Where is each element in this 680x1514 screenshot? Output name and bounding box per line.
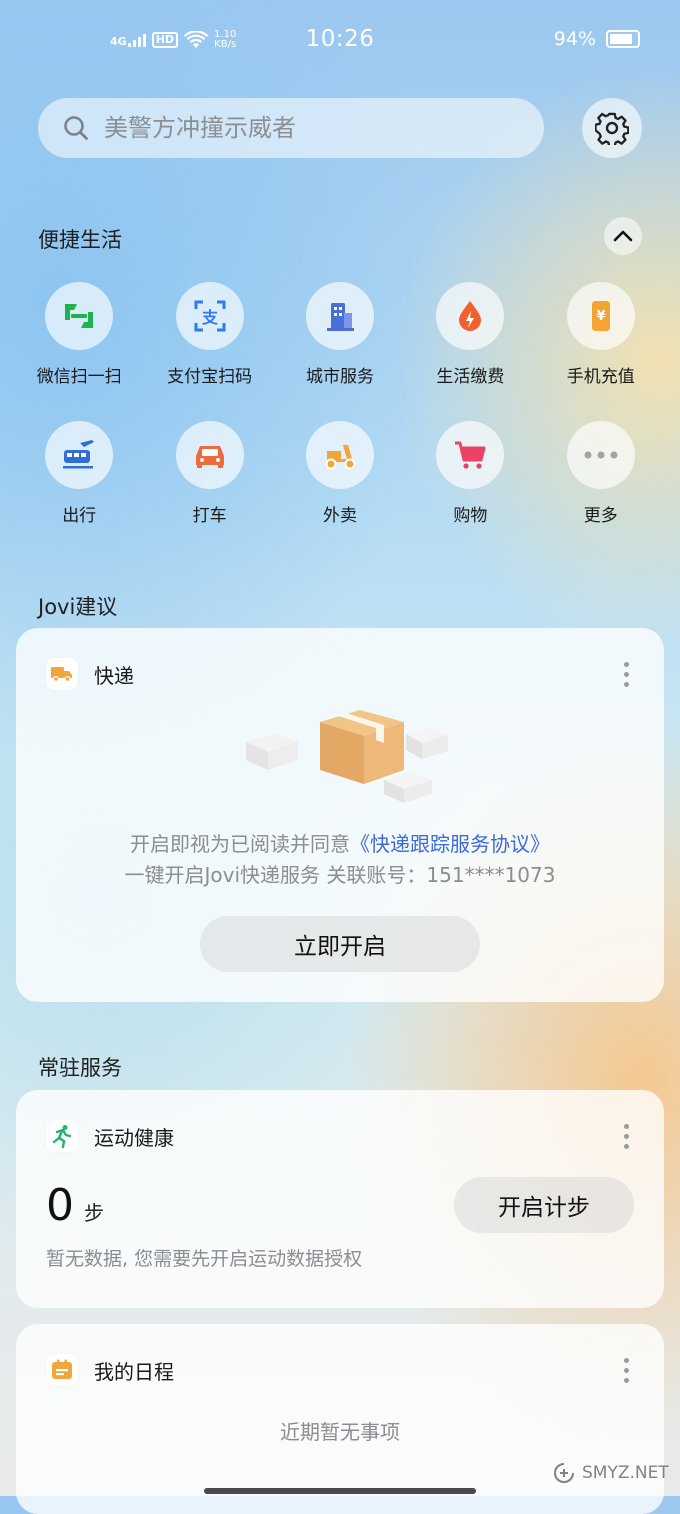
settings-button[interactable] (582, 98, 642, 158)
home-indicator[interactable] (204, 1488, 476, 1494)
enable-step-counter-button[interactable]: 开启计步 (454, 1177, 634, 1233)
step-count: 0 步 (46, 1180, 104, 1231)
health-card: 运动健康 0 步 开启计步 暂无数据, 您需要先开启运动数据授权 (16, 1090, 664, 1308)
running-person-icon (46, 1120, 78, 1152)
search-icon (64, 116, 88, 140)
status-bar: 4G HD 1.10 KB/s 10:26 94% (0, 26, 680, 58)
collapse-button[interactable] (604, 217, 642, 255)
schedule-card: 我的日程 近期暂无事项 (16, 1324, 664, 1514)
scooter-icon (325, 445, 356, 470)
quick-life-grid: 微信扫一扫 支 支付宝扫码 城市服务 生活缴费 ¥ 手机充值 出行 打车 外卖 … (14, 282, 666, 526)
svg-text:¥: ¥ (596, 309, 605, 324)
shortcut-alipay-scan[interactable]: 支 支付宝扫码 (144, 282, 274, 387)
health-more-button[interactable] (624, 1124, 630, 1149)
health-note: 暂无数据, 您需要先开启运动数据授权 (46, 1248, 363, 1270)
express-card: 快递 开启即视为已阅读并同意《快递跟踪服务协议》 一键开启Jovi快递服务 关联… (16, 628, 664, 1002)
gear-icon (595, 112, 629, 145)
express-truck-icon (46, 658, 78, 690)
svg-text:支: 支 (201, 308, 219, 327)
chevron-up-icon (613, 230, 633, 242)
shortcut-takeout[interactable]: 外卖 (275, 421, 405, 526)
shortcut-shopping[interactable]: 购物 (405, 421, 535, 526)
shortcut-phone-recharge[interactable]: ¥ 手机充值 (536, 282, 666, 387)
battery-percent: 94% (553, 28, 596, 50)
search-bar[interactable] (38, 98, 544, 158)
phone-recharge-icon: ¥ (591, 301, 610, 331)
calendar-icon (46, 1354, 78, 1386)
battery-icon (606, 30, 640, 48)
step-value: 0 (46, 1180, 74, 1231)
service-agreement-link[interactable]: 《快递跟踪服务协议》 (350, 832, 550, 856)
schedule-empty-text: 近期暂无事项 (280, 1420, 400, 1444)
shortcut-more[interactable]: 更多 (536, 421, 666, 526)
quick-life-title: 便捷生活 (38, 228, 122, 252)
watermark: SMYZ.NET (552, 1462, 669, 1484)
battery: 94% (554, 28, 640, 50)
utility-drop-icon (459, 301, 482, 331)
consent-line: 开启即视为已阅读并同意《快递跟踪服务协议》 (130, 832, 550, 856)
train-plane-icon (63, 440, 95, 469)
alipay-scan-icon: 支 (194, 300, 226, 332)
shortcut-wechat-scan[interactable]: 微信扫一扫 (14, 282, 144, 387)
wechat-scan-icon (65, 304, 94, 328)
express-description: 一键开启Jovi快递服务 关联账号：151****1073 (124, 863, 556, 887)
more-dots-icon (584, 451, 618, 459)
health-card-title: 运动健康 (94, 1125, 174, 1150)
jovi-section-title: Jovi建议 (38, 595, 118, 619)
shortcut-taxi[interactable]: 打车 (144, 421, 274, 526)
enable-express-button[interactable]: 立即开启 (200, 916, 480, 972)
schedule-more-button[interactable] (624, 1358, 630, 1383)
shortcut-travel[interactable]: 出行 (14, 421, 144, 526)
schedule-card-title: 我的日程 (94, 1359, 174, 1384)
package-illustration (246, 710, 448, 803)
resident-section-title: 常驻服务 (38, 1056, 122, 1080)
search-input[interactable] (102, 113, 506, 143)
express-more-button[interactable] (624, 662, 630, 687)
watermark-logo-icon (554, 1463, 574, 1483)
step-unit: 步 (84, 1201, 104, 1225)
car-icon (195, 446, 224, 468)
shortcut-utility-payment[interactable]: 生活缴费 (405, 282, 535, 387)
city-building-icon (326, 303, 354, 331)
shopping-cart-icon (455, 441, 486, 469)
express-card-title: 快递 (94, 663, 134, 688)
shortcut-city-service[interactable]: 城市服务 (275, 282, 405, 387)
